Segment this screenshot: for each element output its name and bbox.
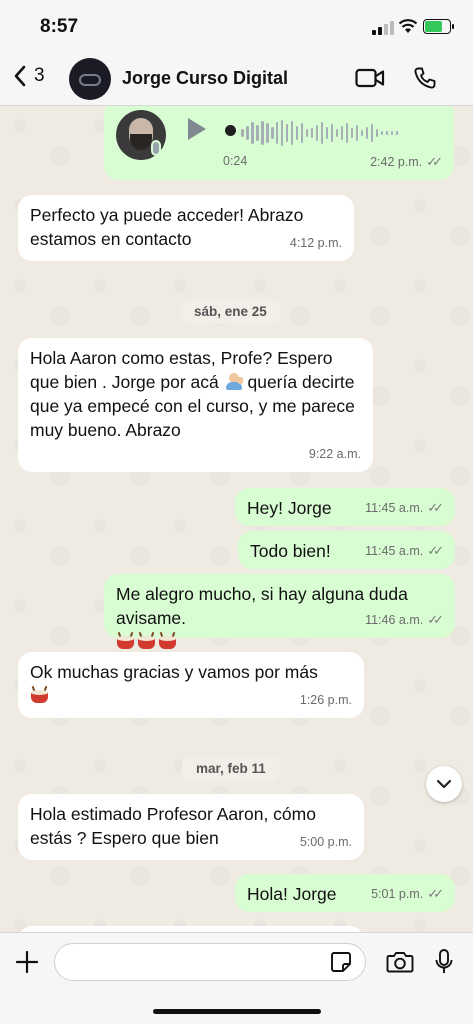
microphone-icon	[151, 140, 161, 156]
person-raising-hand-icon	[224, 371, 243, 391]
read-ticks-icon: ✓✓	[427, 886, 444, 901]
outgoing-message[interactable]: Todo bien! 11:45 a.m. ✓✓	[238, 531, 455, 569]
drum-icon	[158, 631, 177, 650]
read-ticks-icon: ✓✓	[427, 612, 444, 627]
chevron-left-icon	[14, 65, 26, 87]
message-time: 11:46 a.m.	[365, 613, 424, 627]
cellular-signal-icon	[372, 21, 394, 35]
video-call-icon[interactable]	[355, 68, 385, 88]
message-meta: 11:46 a.m. ✓✓	[365, 608, 444, 632]
message-time: 9:22 a.m.	[308, 447, 361, 461]
message-text: Hola Aaron como estas, Profe? Espero que…	[30, 348, 355, 440]
wifi-icon	[398, 19, 418, 33]
message-meta: 5:00 p.m.	[300, 830, 352, 854]
sticker-icon[interactable]	[330, 951, 352, 973]
read-ticks-icon: ✓✓	[427, 543, 444, 558]
drum-icon	[30, 685, 49, 704]
message-meta: 11:45 a.m. ✓✓	[365, 496, 444, 520]
message-time: 1:26 p.m.	[299, 693, 352, 707]
phone-call-icon[interactable]	[413, 66, 437, 90]
date-separator: sáb, ene 25	[180, 300, 281, 324]
composer-bar	[0, 932, 473, 1024]
camera-icon[interactable]	[386, 950, 414, 974]
message-meta: 11:45 a.m. ✓✓	[365, 539, 444, 563]
status-time: 8:57	[40, 16, 79, 37]
voice-duration: 0:24	[223, 154, 248, 168]
voice-note-bubble[interactable]: 0:24 2:42 p.m. ✓✓	[104, 106, 454, 180]
playback-position[interactable]	[225, 125, 236, 136]
incoming-message[interactable]: Hola Aaron como estas, Profe? Espero que…	[18, 338, 373, 472]
message-input[interactable]	[54, 943, 366, 981]
message-meta: 2:42 p.m. ✓✓	[370, 150, 443, 174]
incoming-message[interactable]: Perfecto ya puede acceder! Abrazo estamo…	[18, 195, 354, 261]
message-meta: 9:22 a.m.	[309, 442, 361, 466]
chat-area[interactable]: 0:24 2:42 p.m. ✓✓ Perfecto ya puede acced…	[0, 106, 473, 932]
read-ticks-icon: ✓✓	[427, 500, 444, 515]
audio-waveform[interactable]	[241, 118, 399, 148]
unread-count: 3	[34, 65, 45, 86]
date-separator: mar, feb 11	[182, 757, 280, 781]
incoming-message[interactable]: Hola estimado Profesor Aaron, cómo estás…	[18, 794, 364, 860]
drum-icon	[137, 631, 156, 650]
message-time: 11:45 a.m.	[365, 501, 424, 515]
outgoing-message[interactable]: Hola! Jorge 5:01 p.m. ✓✓	[235, 874, 455, 912]
chevron-down-icon	[436, 779, 452, 789]
incoming-message[interactable]: Ok muchas gracias y vamos por más 1:26 p…	[18, 652, 364, 718]
message-time: 2:42 p.m.	[370, 155, 423, 169]
microphone-icon[interactable]	[434, 948, 454, 976]
message-time: 11:45 a.m.	[365, 544, 424, 558]
message-time: 5:00 p.m.	[299, 835, 352, 849]
play-icon[interactable]	[188, 118, 206, 140]
scroll-down-button[interactable]	[426, 766, 462, 802]
drum-icon	[116, 631, 135, 650]
message-meta: 4:12 p.m.	[290, 231, 342, 255]
message-meta: 1:26 p.m.	[300, 688, 352, 712]
outgoing-message[interactable]: Hey! Jorge 11:45 a.m. ✓✓	[235, 488, 455, 526]
message-time: 4:12 p.m.	[289, 236, 342, 250]
outgoing-message[interactable]: Me alegro mucho, si hay alguna duda avis…	[104, 574, 455, 649]
message-meta: 5:01 p.m. ✓✓	[371, 882, 444, 906]
home-indicator	[153, 1009, 321, 1014]
read-ticks-icon: ✓✓	[426, 154, 443, 169]
contact-avatar[interactable]	[69, 58, 111, 100]
status-bar: 8:57	[0, 0, 473, 52]
battery-charging-icon	[423, 19, 454, 34]
message-time: 5:01 p.m.	[371, 887, 424, 901]
contact-name[interactable]: Jorge Curso Digital	[122, 68, 288, 89]
chat-header: 3 Jorge Curso Digital	[0, 52, 473, 106]
back-button[interactable]: 3	[14, 65, 45, 87]
plus-icon[interactable]	[15, 950, 39, 974]
